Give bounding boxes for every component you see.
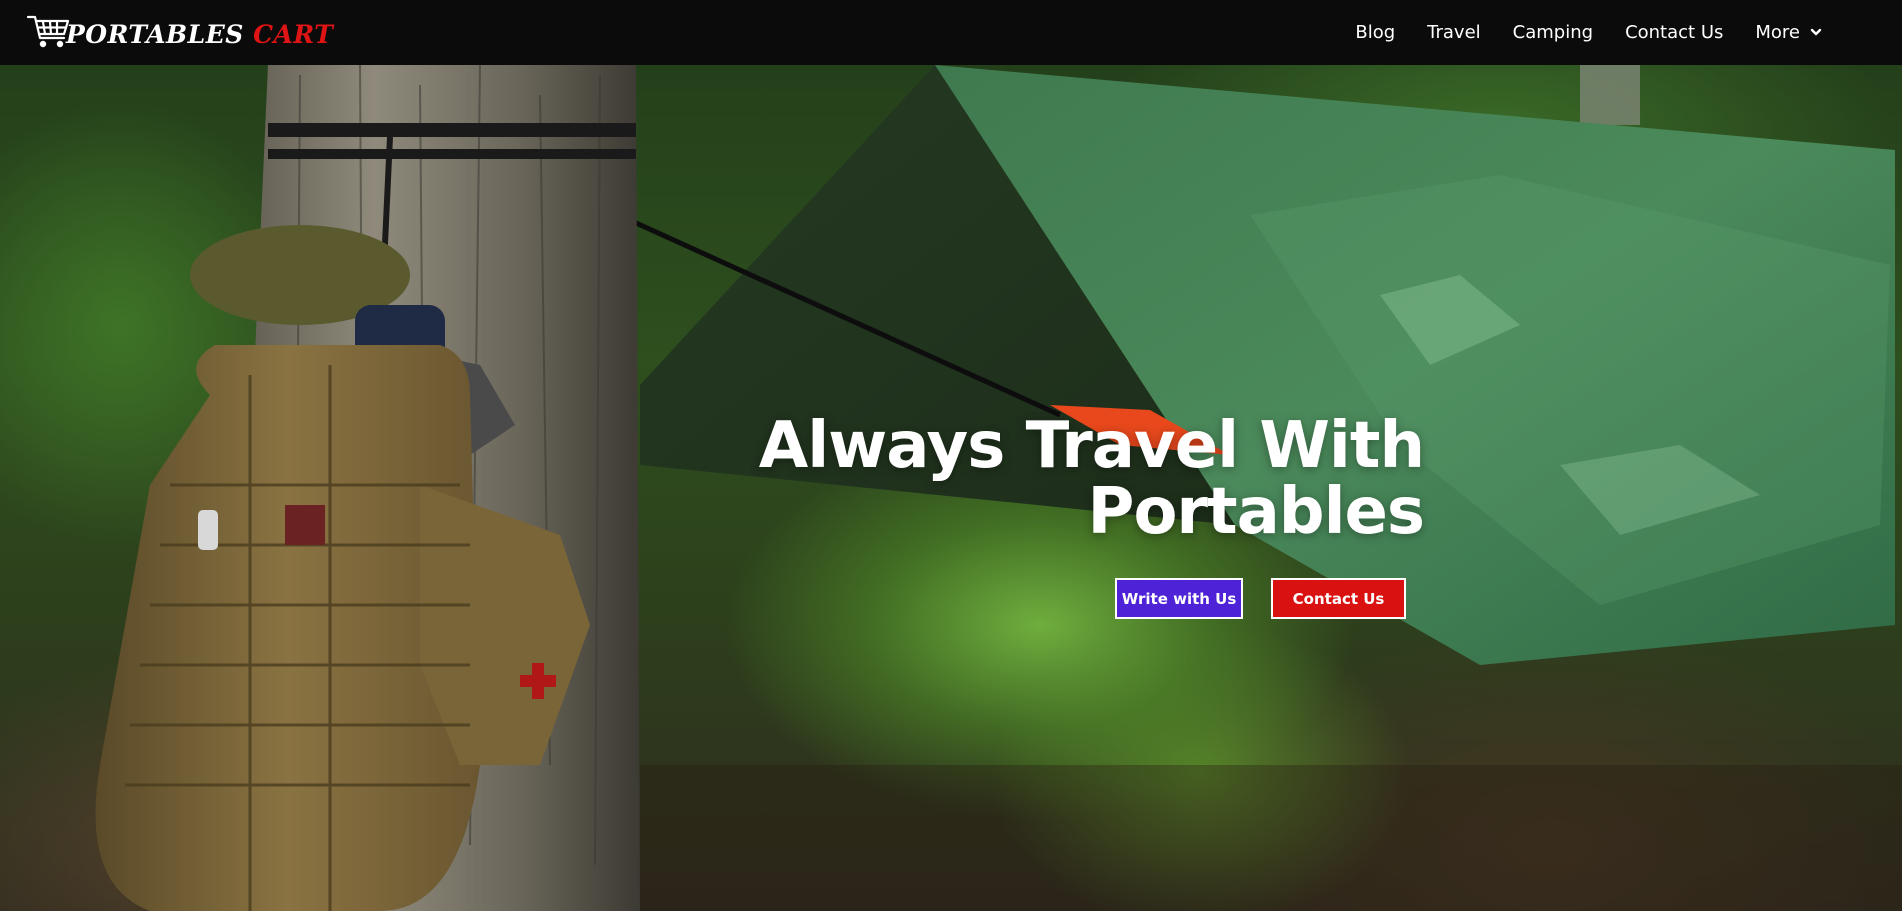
logo-word-cart: CART <box>253 19 334 49</box>
site-header: PORTABLES CART Blog Travel Camping Conta… <box>0 0 1902 65</box>
hero-banner: Always Travel With Portables <box>0 65 1902 911</box>
nav-item-more[interactable]: More <box>1755 22 1822 43</box>
main-nav: Blog Travel Camping Contact Us More <box>1355 0 1822 65</box>
hero-title: Always Travel With Portables <box>758 409 1425 549</box>
logo-word-portables: PORTABLES <box>66 19 244 49</box>
nav-item-more-label: More <box>1755 22 1800 43</box>
nav-item-blog[interactable]: Blog <box>1355 22 1395 43</box>
site-logo[interactable]: PORTABLES CART <box>26 12 333 52</box>
contact-us-button[interactable]: Contact Us <box>1271 578 1406 619</box>
nav-item-contact-us[interactable]: Contact Us <box>1625 22 1723 43</box>
page: PORTABLES CART Blog Travel Camping Conta… <box>0 0 1902 911</box>
nav-item-travel[interactable]: Travel <box>1427 22 1481 43</box>
chevron-down-icon <box>1810 28 1822 35</box>
nav-item-camping[interactable]: Camping <box>1513 22 1593 43</box>
hero-title-line-2: Portables <box>1087 475 1425 549</box>
logo-text: PORTABLES CART <box>66 20 333 49</box>
write-with-us-button[interactable]: Write with Us <box>1115 578 1243 619</box>
hero-buttons: Write with Us Contact Us <box>1115 578 1406 619</box>
hero-title-line-1: Always Travel With <box>758 409 1425 483</box>
